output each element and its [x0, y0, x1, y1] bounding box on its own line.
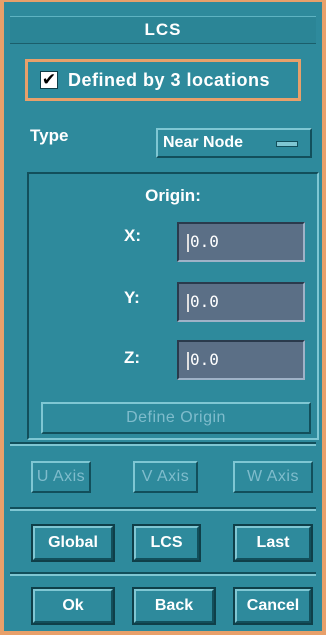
cancel-button[interactable]: Cancel — [233, 587, 313, 625]
cancel-button-face: Cancel — [235, 589, 311, 623]
text-cursor — [187, 233, 189, 252]
z-field[interactable]: 0.0 — [177, 340, 305, 380]
text-cursor — [187, 351, 189, 370]
cancel-label: Cancel — [246, 597, 300, 614]
define-origin-button[interactable]: Define Origin — [41, 402, 311, 434]
z-value: 0.0 — [190, 350, 219, 369]
last-button-face: Last — [235, 526, 311, 560]
y-field[interactable]: 0.0 — [177, 282, 305, 322]
type-label: Type — [30, 126, 69, 145]
separator — [10, 442, 316, 446]
w-axis-button[interactable]: W Axis — [233, 461, 313, 493]
back-button[interactable]: Back — [132, 587, 216, 625]
z-label: Z: — [124, 348, 141, 367]
global-button[interactable]: Global — [31, 524, 115, 562]
x-field[interactable]: 0.0 — [177, 222, 305, 262]
text-cursor — [187, 293, 189, 312]
window-top-strip — [4, 2, 322, 10]
x-label: X: — [124, 226, 141, 245]
global-label: Global — [48, 534, 98, 551]
lcs-label: LCS — [150, 534, 183, 551]
type-selected-value: Near Node — [163, 134, 244, 151]
ok-button-face: Ok — [33, 589, 113, 623]
option-menu-indicator-icon — [276, 141, 298, 147]
origin-panel: Origin: X: 0.0 Y: 0.0 Z: 0.0 Define Orig… — [27, 172, 319, 440]
lcs-button-face: LCS — [134, 526, 199, 560]
v-axis-button[interactable]: V Axis — [133, 461, 198, 493]
last-button[interactable]: Last — [233, 524, 313, 562]
origin-title: Origin: — [145, 186, 201, 205]
type-option-menu[interactable]: Near Node — [156, 128, 312, 158]
u-axis-button[interactable]: U Axis — [31, 461, 91, 493]
ok-label: Ok — [62, 597, 84, 614]
lcs-button[interactable]: LCS — [132, 524, 201, 562]
defined-by-3-locations-toggle[interactable]: ✔ Defined by 3 locations — [25, 59, 301, 101]
lcs-dialog: LCS ✔ Defined by 3 locations Type Near N… — [0, 0, 326, 635]
separator — [10, 572, 316, 576]
back-label: Back — [154, 597, 194, 614]
last-label: Last — [256, 534, 290, 551]
back-button-face: Back — [134, 589, 214, 623]
ok-button[interactable]: Ok — [31, 587, 115, 625]
x-value: 0.0 — [190, 232, 219, 251]
checkbox-label: Defined by 3 locations — [68, 69, 271, 90]
y-value: 0.0 — [190, 292, 219, 311]
separator — [10, 507, 316, 511]
checkmark-icon[interactable]: ✔ — [40, 71, 58, 89]
global-button-face: Global — [33, 526, 113, 560]
dialog-title: LCS — [10, 16, 316, 44]
y-label: Y: — [124, 288, 140, 307]
